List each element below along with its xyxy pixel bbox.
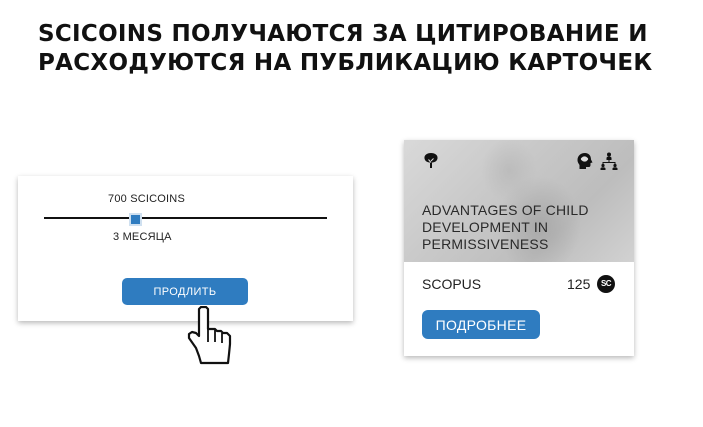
headline-line-2: РАСХОДУЮТСЯ НА ПУБЛИКАЦИЮ КАРТОЧЕК — [38, 50, 653, 76]
more-details-button[interactable]: ПОДРОБНЕЕ — [422, 310, 540, 339]
card-title-line-2: DEVELOPMENT IN — [422, 219, 549, 235]
team-icon — [600, 152, 618, 170]
duration-slider-thumb[interactable] — [129, 213, 142, 226]
source-label: SCOPUS — [422, 276, 482, 292]
head-brain-icon — [577, 153, 593, 169]
card-title-line-3: PERMISSIVENESS — [422, 236, 549, 252]
price-label: 700 SCICOINS — [108, 193, 185, 205]
duration-slider-track[interactable] — [44, 217, 327, 219]
tree-icon — [424, 153, 438, 168]
headline: SCICOINS ПОЛУЧАЮТСЯ ЗА ЦИТИРОВАНИЕ И РАС… — [38, 20, 688, 78]
scicoin-icon: SC — [597, 275, 615, 293]
period-label: 3 МЕСЯЦА — [113, 231, 172, 243]
renewal-panel: 700 SCICOINS 3 МЕСЯЦА ПРОДЛИТЬ — [18, 176, 353, 321]
citation-count: 125 — [567, 276, 591, 292]
publication-card[interactable]: ADVANTAGES OF CHILD DEVELOPMENT IN PERMI… — [404, 140, 634, 356]
renew-button[interactable]: ПРОДЛИТЬ — [122, 278, 248, 305]
card-title-line-1: ADVANTAGES OF CHILD — [422, 202, 589, 218]
headline-line-1: SCICOINS ПОЛУЧАЮТСЯ ЗА ЦИТИРОВАНИЕ И — [38, 21, 648, 47]
card-title: ADVANTAGES OF CHILD DEVELOPMENT IN PERMI… — [422, 202, 627, 253]
card-image: ADVANTAGES OF CHILD DEVELOPMENT IN PERMI… — [404, 140, 634, 262]
hand-cursor-icon — [187, 306, 232, 365]
